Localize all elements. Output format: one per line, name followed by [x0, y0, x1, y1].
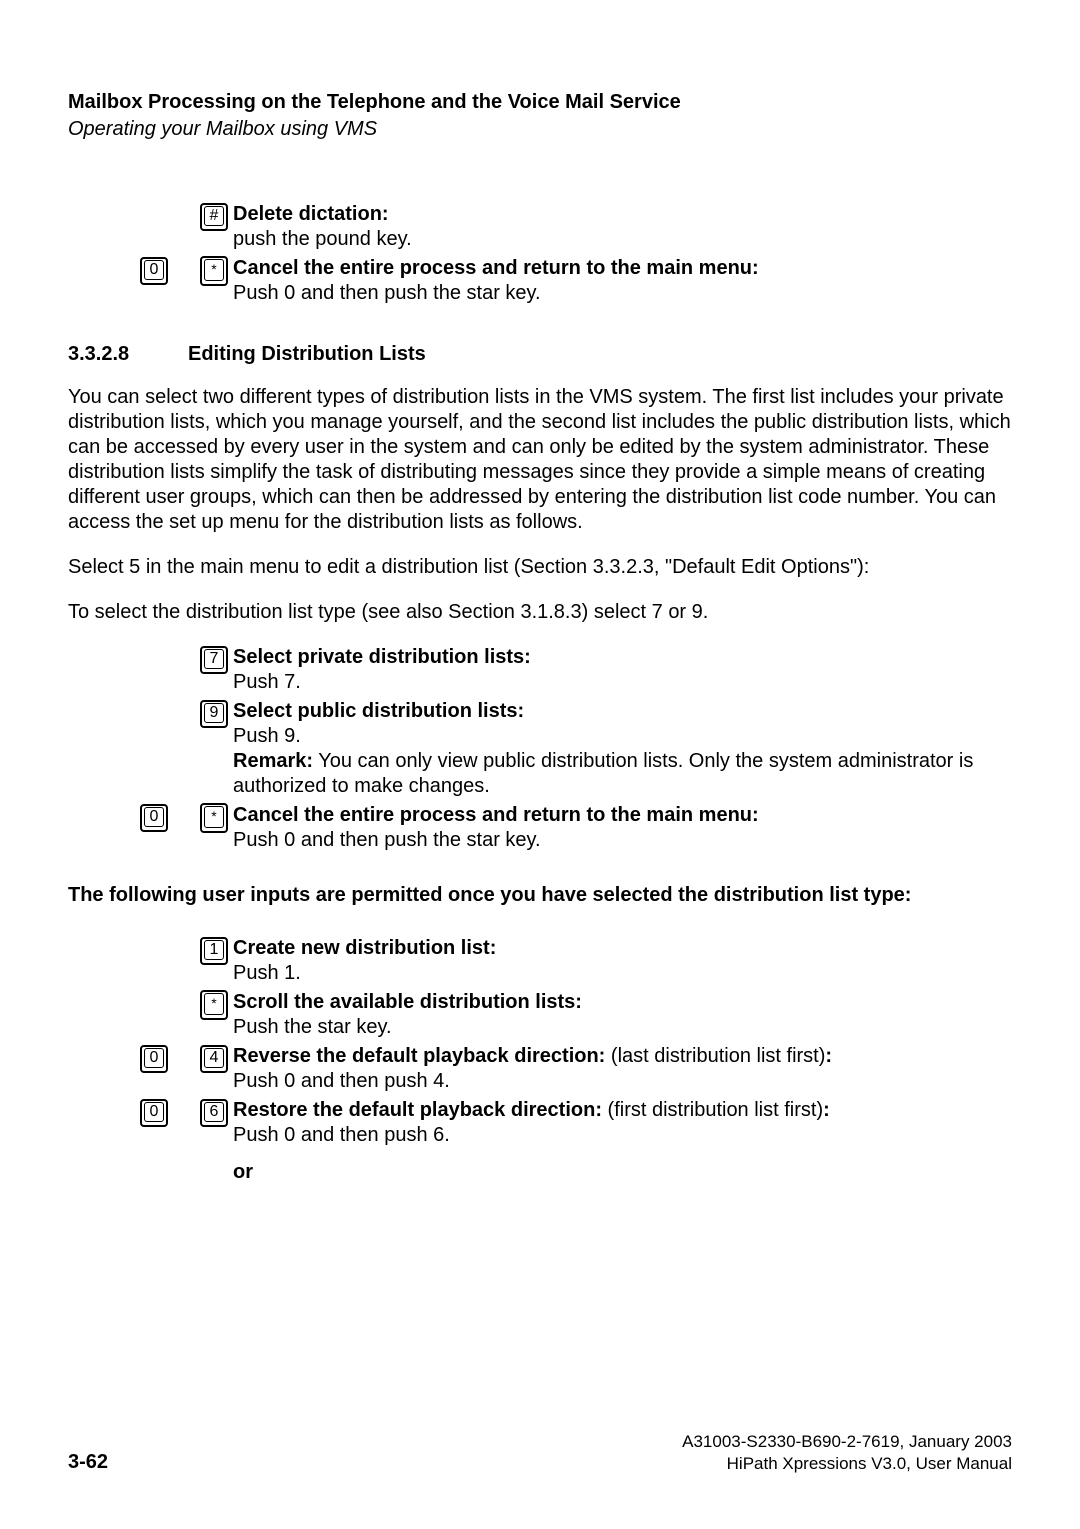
instruction-title: Reverse the default playback direction: [233, 1045, 611, 1067]
instruction-body: Push 1. [233, 962, 301, 984]
instruction-note: (first distribution list first) [608, 1099, 824, 1121]
instruction-body: Push the star key. [233, 1016, 392, 1038]
instruction-body: Push 0 and then push 4. [233, 1070, 450, 1092]
star-key-icon: * [200, 990, 228, 1020]
page-number: 3-62 [68, 1450, 108, 1475]
instruction-title: Restore the default playback direction: [233, 1099, 608, 1121]
instruction-body: push the pound key. [233, 228, 412, 250]
remark-text: You can only view public distribution li… [233, 750, 973, 797]
doc-id: A31003-S2330-B690-2-7619, January 2003 [682, 1431, 1012, 1453]
instruction-row: 0 * Cancel the entire process and return… [68, 803, 1012, 853]
instruction-row: # Delete dictation: push the pound key. [68, 202, 1012, 252]
running-header-title: Mailbox Processing on the Telephone and … [68, 90, 1012, 115]
instruction-body: Push 9. [233, 725, 301, 747]
instruction-body: Push 0 and then push the star key. [233, 282, 541, 304]
four-key-icon: 4 [200, 1044, 228, 1073]
instruction-title: Select private distribution lists: [233, 646, 531, 668]
nine-key-icon: 9 [200, 699, 228, 728]
instruction-title: Scroll the available distribution lists: [233, 991, 582, 1013]
one-key-icon: 1 [200, 936, 228, 965]
or-label: or [233, 1160, 1012, 1185]
instruction-row: 7 Select private distribution lists: Pus… [68, 645, 1012, 695]
zero-key-icon: 0 [140, 256, 168, 285]
colon: : [823, 1099, 830, 1121]
instruction-row: 0 6 Restore the default playback directi… [68, 1098, 1012, 1148]
section-number: 3.3.2.8 [68, 342, 188, 367]
instruction-title: Cancel the entire process and return to … [233, 804, 759, 826]
section-heading: 3.3.2.8 Editing Distribution Lists [68, 342, 1012, 367]
star-key-icon: * [200, 256, 228, 286]
instruction-note: (last distribution list first) [611, 1045, 826, 1067]
instruction-body: Push 0 and then push the star key. [233, 829, 541, 851]
zero-key-icon: 0 [140, 803, 168, 832]
document-page: Mailbox Processing on the Telephone and … [0, 0, 1080, 1529]
pound-key-icon: # [200, 202, 228, 231]
instruction-title: Select public distribution lists: [233, 700, 524, 722]
instruction-row: 0 * Cancel the entire process and return… [68, 256, 1012, 306]
remark-label: Remark: [233, 750, 313, 772]
paragraph: You can select two different types of di… [68, 385, 1012, 535]
instruction-row: * Scroll the available distribution list… [68, 990, 1012, 1040]
doc-title-footer: HiPath Xpressions V3.0, User Manual [682, 1453, 1012, 1475]
instruction-body: Push 0 and then push 6. [233, 1124, 450, 1146]
star-key-icon: * [200, 803, 228, 833]
zero-key-icon: 0 [140, 1044, 168, 1073]
instruction-body: Push 7. [233, 671, 301, 693]
instruction-row: 9 Select public distribution lists: Push… [68, 699, 1012, 799]
six-key-icon: 6 [200, 1098, 228, 1127]
instruction-row: 1 Create new distribution list: Push 1. [68, 936, 1012, 986]
paragraph: Select 5 in the main menu to edit a dist… [68, 555, 1012, 580]
paragraph: To select the distribution list type (se… [68, 600, 1012, 625]
sub-heading: The following user inputs are permitted … [68, 883, 1012, 908]
page-footer: 3-62 A31003-S2330-B690-2-7619, January 2… [68, 1431, 1012, 1475]
colon: : [825, 1045, 832, 1067]
instruction-row: 0 4 Reverse the default playback directi… [68, 1044, 1012, 1094]
seven-key-icon: 7 [200, 645, 228, 674]
zero-key-icon: 0 [140, 1098, 168, 1127]
instruction-title: Cancel the entire process and return to … [233, 257, 759, 279]
running-header-subtitle: Operating your Mailbox using VMS [68, 117, 1012, 142]
section-title: Editing Distribution Lists [188, 342, 426, 367]
instruction-title: Delete dictation: [233, 203, 389, 225]
instruction-title: Create new distribution list: [233, 937, 496, 959]
